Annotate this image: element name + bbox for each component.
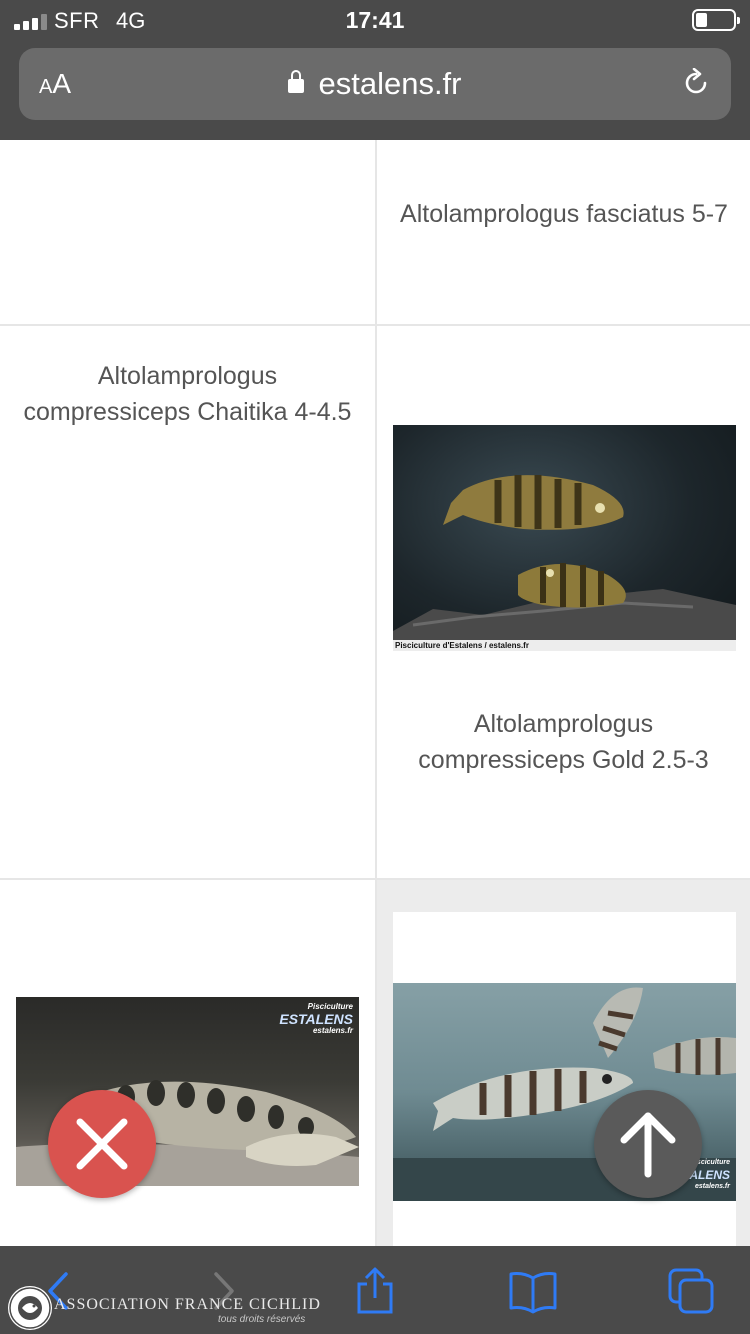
photo-caption: Pisciculture d'Estalens / estalens.fr — [393, 640, 736, 651]
product-card[interactable]: Altolamprologus compressiceps Chaitika 4… — [0, 326, 375, 878]
association-watermark: ASSOCIATION FRANCE CICHLID tous droits r… — [4, 1284, 324, 1332]
product-card[interactable] — [0, 140, 375, 324]
product-grid: Altolamprologus fasciatus 5-7 Altolampro… — [0, 140, 750, 1246]
product-title[interactable]: Altolamprologus compressiceps Gold 2.5-3 — [391, 706, 736, 778]
fish-photo-graphic — [393, 475, 736, 651]
arrow-up-icon — [620, 1112, 676, 1178]
scroll-to-top-button[interactable] — [594, 1090, 702, 1198]
status-time: 17:41 — [345, 7, 405, 33]
lock-icon — [288, 70, 305, 93]
product-title[interactable]: Altolamprologus fasciatus 5-7 — [395, 196, 733, 232]
product-card[interactable]: Pisciculture d'Estalens / estalens.fr Al… — [377, 326, 750, 878]
product-card[interactable]: Altolamprologus fasciatus 5-7 — [377, 140, 750, 324]
share-icon[interactable] — [350, 1266, 400, 1316]
association-rights: tous droits réservés — [218, 1314, 306, 1325]
url-domain: estalens.fr — [318, 66, 462, 101]
association-seal — [8, 1286, 52, 1330]
tabs-icon[interactable] — [666, 1266, 716, 1316]
url-field[interactable]: estalens.fr — [19, 66, 731, 102]
estalens-logo: Pisciculture ESTALENS estalens.fr — [279, 1002, 353, 1035]
browser-chrome-top: SFR 4G 17:41 AA estalens.fr — [0, 0, 750, 140]
product-title[interactable]: Altolamprologus compressiceps Chaitika 4… — [16, 358, 359, 430]
reload-icon[interactable] — [681, 68, 711, 98]
close-button[interactable] — [48, 1090, 156, 1198]
status-bar: SFR 4G 17:41 — [0, 0, 750, 40]
close-icon — [76, 1118, 128, 1170]
address-bar[interactable]: AA estalens.fr — [19, 48, 731, 120]
association-name: ASSOCIATION FRANCE CICHLID — [54, 1296, 321, 1313]
bookmarks-icon[interactable] — [508, 1266, 558, 1316]
product-photo[interactable]: Pisciculture d'Estalens / estalens.fr — [393, 425, 736, 651]
battery-icon — [692, 9, 740, 31]
